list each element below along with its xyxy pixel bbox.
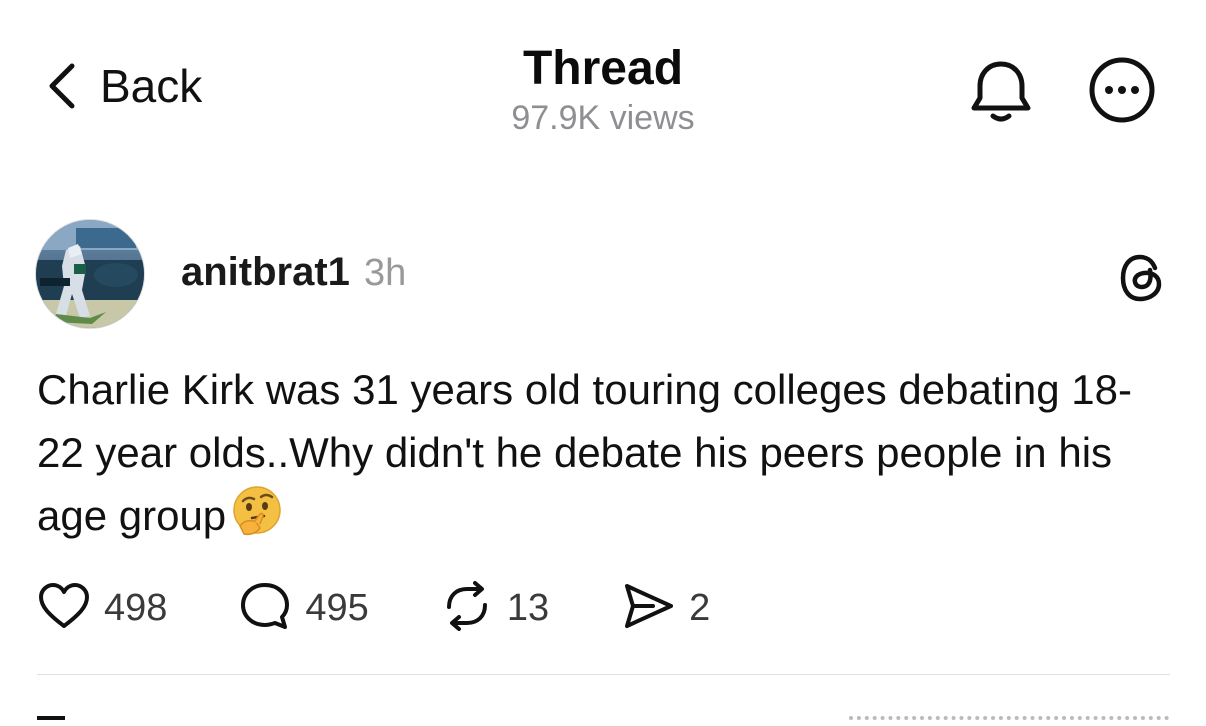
view-activity-peek: [849, 716, 1169, 724]
chevron-left-icon: [44, 60, 78, 112]
thinking-face-emoji: [230, 484, 284, 555]
next-section-peek: [37, 716, 1170, 726]
repost-icon: [441, 580, 493, 636]
like-count: 498: [104, 586, 168, 629]
comment-icon: [239, 581, 291, 636]
title-block: Thread 97.9K views: [403, 42, 803, 138]
username[interactable]: anitbrat1: [181, 250, 350, 295]
reply-count: 495: [305, 586, 369, 629]
back-button[interactable]: Back: [44, 60, 202, 112]
heart-icon: [38, 582, 90, 635]
post-actions: 498 495 13 2: [38, 580, 710, 636]
post-body: Charlie Kirk was 31 years old touring co…: [37, 358, 1177, 555]
reply-button[interactable]: 495: [239, 581, 369, 636]
send-icon: [621, 582, 675, 635]
top-bar: Back Thread 97.9K views: [0, 0, 1206, 160]
back-label: Back: [100, 60, 203, 112]
post-header: anitbrat1 3h: [181, 250, 406, 295]
avatar[interactable]: [36, 220, 144, 328]
repost-button[interactable]: 13: [441, 580, 550, 636]
repost-count: 13: [506, 586, 550, 629]
divider: [37, 674, 1170, 675]
more-icon: [1088, 57, 1156, 128]
page-title: Thread: [522, 42, 684, 95]
more-options-button[interactable]: [1088, 56, 1156, 129]
threads-logo-icon: [1118, 252, 1166, 309]
like-button[interactable]: 498: [38, 582, 167, 635]
sort-control-peek: [37, 716, 65, 720]
share-count: 2: [689, 586, 711, 629]
share-button[interactable]: 2: [621, 582, 710, 635]
notifications-button[interactable]: [966, 56, 1036, 131]
timestamp: 3h: [363, 252, 407, 294]
bell-icon: [966, 61, 1036, 130]
post-text: Charlie Kirk was 31 years old touring co…: [37, 366, 1132, 539]
view-count: 97.9K views: [511, 99, 695, 137]
